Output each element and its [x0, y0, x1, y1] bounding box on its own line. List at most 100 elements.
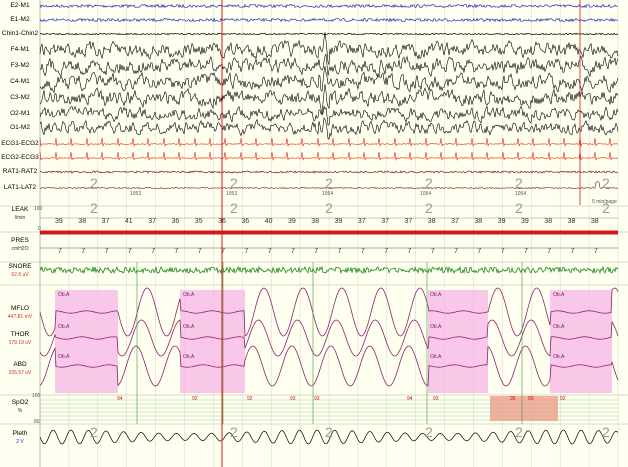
stage-marker: 2 — [90, 175, 98, 191]
channel-label-c3-m2[interactable]: C3-M2 — [0, 94, 40, 102]
channel-label-ecg1-ecg2[interactable]: ECG1-ECG2 — [0, 140, 40, 148]
stage-marker: 2 — [90, 200, 98, 216]
spo2-value: 93 — [290, 396, 296, 402]
leak-value: 38 — [567, 218, 576, 225]
epoch-marker: 1054 — [322, 191, 334, 197]
leak-axis-top: 100 — [34, 206, 43, 212]
event-label: Ob.A — [58, 324, 70, 330]
pres-value: 7 — [58, 248, 62, 255]
desaturation-event — [490, 396, 558, 421]
channel-unit-thor: 179.19 uV — [8, 340, 32, 346]
channel-label-abd[interactable]: ABD — [0, 361, 40, 369]
pres-value: 7 — [291, 248, 295, 255]
epoch-marker: 1053 — [226, 191, 238, 197]
event-label: Ob.A — [430, 354, 442, 360]
pres-value: 7 — [197, 248, 202, 255]
pres-value: 7 — [337, 248, 342, 255]
page-scale-label: 5 min/page — [592, 199, 617, 205]
event-label: Ob.A — [553, 354, 565, 360]
channel-label-pres[interactable]: PRES — [0, 237, 40, 245]
pres-value: 7 — [244, 248, 249, 255]
spo2-value: 93 — [433, 396, 439, 402]
stage-marker: 2 — [425, 424, 433, 440]
leak-value: 39 — [334, 218, 343, 225]
stage-marker: 2 — [230, 175, 238, 191]
obstructive-apnea-event — [550, 290, 612, 393]
stage-marker: 2 — [325, 175, 333, 191]
channel-label-rat1-rat2[interactable]: RAT1-RAT2 — [0, 168, 40, 176]
leak-value: 40 — [264, 218, 273, 225]
pres-value: 7 — [593, 248, 598, 255]
channel-label-c4-m1[interactable]: C4-M1 — [0, 78, 40, 86]
spo2-value: 95 — [510, 396, 516, 402]
leak-value: 38 — [474, 218, 483, 225]
stage-marker: 2 — [602, 424, 610, 440]
leak-value: 39 — [497, 218, 506, 225]
leak-value: 41 — [124, 218, 133, 225]
pres-value: 7 — [500, 248, 505, 255]
spo2-value: 92 — [560, 396, 566, 402]
pres-value: 7 — [384, 248, 389, 255]
obstructive-apnea-event — [428, 290, 488, 393]
psg-viewer[interactable]: 222222222222222222 E2-M1 E1-M2 Chin1-Chin2… — [0, 0, 628, 467]
pres-value: 7 — [570, 248, 575, 255]
pres-value: 7 — [454, 248, 458, 255]
channel-label-lat1-lat2[interactable]: LAT1-LAT2 — [0, 184, 40, 192]
pres-value: 7 — [151, 248, 156, 255]
channel-label-chin1-chin2[interactable]: Chin1-Chin2 — [0, 30, 40, 38]
pres-value: 7 — [430, 248, 435, 255]
event-label: Ob.A — [430, 324, 442, 330]
epoch-marker: 1054 — [420, 191, 432, 197]
leak-value: 38 — [590, 218, 599, 225]
leak-value: 39 — [55, 218, 63, 225]
pres-value: 7 — [221, 248, 225, 255]
leak-value: 38 — [78, 218, 87, 225]
event-label: Ob.A — [183, 292, 195, 298]
pres-value: 7 — [524, 248, 528, 255]
event-label: Ob.A — [553, 292, 565, 298]
channel-label-e2-m1[interactable]: E2-M1 — [0, 2, 40, 10]
channel-unit-snore: 62.6 uV — [11, 272, 29, 278]
channel-label-o2-m1[interactable]: O2-M1 — [0, 110, 40, 118]
pres-value: 7 — [127, 248, 132, 255]
stage-marker: 2 — [325, 200, 333, 216]
pres-value: 7 — [174, 248, 179, 255]
channel-label-e1-m2[interactable]: E1-M2 — [0, 16, 40, 24]
event-label: Ob.A — [58, 354, 70, 360]
spo2-value: 94 — [407, 396, 413, 402]
channel-unit-abd: 335.57 uV — [8, 370, 32, 376]
leak-value: 39 — [521, 218, 529, 225]
channel-label-ecg2-ecg3[interactable]: ECG2-ECG3 — [0, 154, 40, 162]
event-label: Ob.A — [58, 292, 70, 298]
channel-unit-leak: l/min — [14, 215, 26, 221]
channel-label-spo2[interactable]: SpO2 — [0, 399, 40, 407]
spo2-value: 93 — [314, 396, 320, 402]
stage-marker: 2 — [515, 175, 523, 191]
pres-value: 7 — [360, 248, 365, 255]
leak-axis-bottom: 0 — [38, 226, 41, 232]
leak-value: 37 — [101, 218, 110, 225]
leak-value: 38 — [544, 218, 553, 225]
channel-label-f4-m1[interactable]: F4-M1 — [0, 46, 40, 54]
channel-unit-spo2: % — [17, 408, 23, 414]
leak-value: 38 — [427, 218, 436, 225]
channel-label-f3-m2[interactable]: F3-M2 — [0, 62, 40, 70]
spo2-axis-top: 100 — [32, 393, 41, 399]
stage-marker: 2 — [90, 424, 98, 440]
event-label: Ob.A — [553, 324, 565, 330]
channel-label-o1-m2[interactable]: O1-M2 — [0, 124, 40, 132]
stage-marker: 2 — [325, 424, 333, 440]
obstructive-apnea-event — [55, 290, 118, 393]
channel-label-snore[interactable]: SNORE — [0, 263, 40, 271]
leak-value: 37 — [381, 218, 389, 225]
channel-label-mflo[interactable]: MFLO — [0, 305, 40, 313]
stage-marker: 2 — [425, 200, 433, 216]
leak-value: 36 — [218, 218, 226, 225]
leak-value: 38 — [311, 218, 320, 225]
channel-label-pleth[interactable]: Pleth — [0, 430, 40, 438]
channel-unit-mflo: 447.81 mV — [7, 314, 33, 320]
channel-label-thor[interactable]: THOR — [0, 331, 40, 339]
spo2-value: 94 — [117, 396, 123, 402]
spo2-value: 92 — [192, 396, 198, 402]
pres-value: 7 — [267, 248, 272, 255]
